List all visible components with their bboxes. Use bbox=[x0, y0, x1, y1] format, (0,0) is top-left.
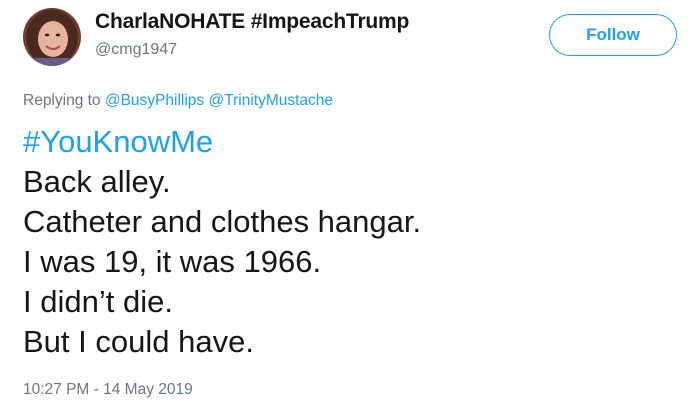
replying-to-label: Replying to bbox=[23, 92, 101, 109]
mention-trinitymustache[interactable]: @TrinityMustache bbox=[208, 92, 333, 109]
tweet-line: Catheter and clothes hangar. bbox=[23, 204, 422, 239]
profile-photo-icon bbox=[26, 10, 78, 66]
tweet-line: But I could have. bbox=[23, 324, 254, 359]
replying-to: Replying to @BusyPhillips @TrinityMustac… bbox=[23, 92, 333, 110]
follow-button[interactable]: Follow bbox=[549, 14, 677, 56]
mention-busyphillips[interactable]: @BusyPhillips bbox=[105, 92, 204, 109]
hashtag-link[interactable]: #YouKnowMe bbox=[23, 122, 421, 162]
timestamp[interactable]: 10:27 PM - 14 May 2019 bbox=[23, 381, 193, 399]
display-name[interactable]: CharlaNOHATE #ImpeachTrump bbox=[95, 10, 409, 34]
avatar[interactable] bbox=[23, 8, 81, 66]
tweet-line: Back alley. bbox=[23, 164, 171, 199]
tweet-text: #YouKnowMe Back alley. Catheter and clot… bbox=[23, 122, 421, 362]
tweet-card: CharlaNOHATE #ImpeachTrump @cmg1947 Foll… bbox=[0, 0, 700, 412]
tweet-line: I was 19, it was 1966. bbox=[23, 244, 322, 279]
user-handle[interactable]: @cmg1947 bbox=[95, 41, 177, 59]
tweet-line: I didn’t die. bbox=[23, 284, 173, 319]
